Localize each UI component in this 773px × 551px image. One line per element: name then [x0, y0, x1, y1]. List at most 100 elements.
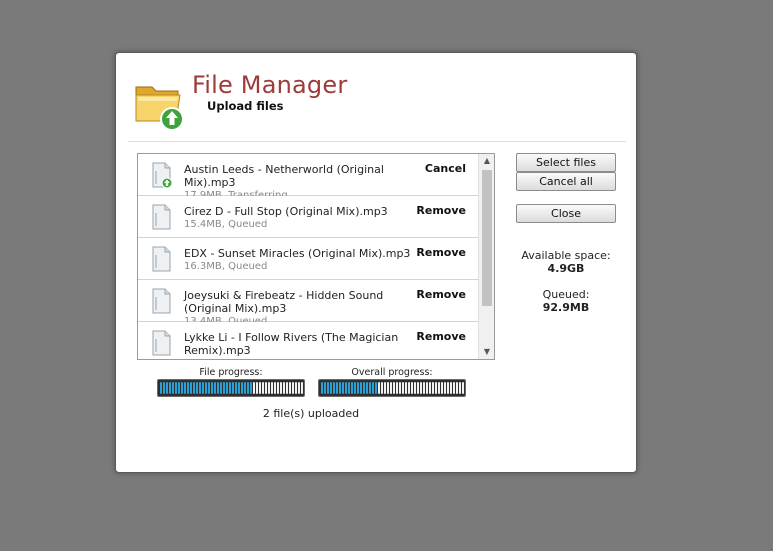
file-list[interactable]: Austin Leeds - Netherworld (Original Mix… — [137, 153, 495, 360]
progress-segment — [372, 382, 374, 394]
progress-segment — [390, 382, 392, 394]
progress-segment — [250, 382, 252, 394]
overall-progress-label: Overall progress: — [351, 367, 433, 378]
progress-segment — [357, 382, 359, 394]
progress-segment — [160, 382, 162, 394]
progress-segment — [402, 382, 404, 394]
file-rows: Austin Leeds - Netherworld (Original Mix… — [138, 154, 478, 359]
progress-segment — [456, 382, 458, 394]
progress-segment — [241, 382, 243, 394]
progress-segment — [247, 382, 249, 394]
progress-segment — [256, 382, 258, 394]
remove-file-button[interactable]: Remove — [416, 288, 466, 301]
progress-segment — [199, 382, 201, 394]
progress-segment — [295, 382, 297, 394]
progress-segment — [259, 382, 261, 394]
progress-segment — [327, 382, 329, 394]
remove-file-button[interactable]: Remove — [416, 246, 466, 259]
progress-segment — [193, 382, 195, 394]
file-name-text: EDX - Sunset Miracles (Original Mix).mp3 — [184, 247, 411, 260]
progress-segment — [253, 382, 255, 394]
close-button[interactable]: Close — [516, 204, 616, 223]
progress-segment — [348, 382, 350, 394]
scroll-up-arrow-icon[interactable]: ▲ — [479, 154, 494, 168]
file-row: Cirez D - Full Stop (Original Mix).mp3 15… — [138, 196, 478, 238]
progress-segment — [441, 382, 443, 394]
progress-segment — [408, 382, 410, 394]
progress-segment — [405, 382, 407, 394]
progress-segment — [283, 382, 285, 394]
progress-segment — [238, 382, 240, 394]
file-icon — [150, 330, 172, 356]
progress-segment — [301, 382, 303, 394]
progress-segment — [438, 382, 440, 394]
progress-segment — [396, 382, 398, 394]
progress-segment — [435, 382, 437, 394]
progress-segment — [360, 382, 362, 394]
file-meta: 16.3MB, Queued — [184, 261, 268, 272]
file-row: Austin Leeds - Netherworld (Original Mix… — [138, 154, 478, 201]
progress-segment — [384, 382, 386, 394]
folder-upload-icon — [135, 86, 184, 131]
progress-segment — [172, 382, 174, 394]
progress-segment — [166, 382, 168, 394]
progress-segment — [432, 382, 434, 394]
progress-segment — [426, 382, 428, 394]
progress-segment — [196, 382, 198, 394]
progress-segment — [411, 382, 413, 394]
progress-segment — [163, 382, 165, 394]
file-icon — [150, 288, 172, 314]
remove-file-button[interactable]: Remove — [416, 204, 466, 217]
progress-segment — [235, 382, 237, 394]
cancel-file-button[interactable]: Cancel — [425, 162, 466, 175]
progress-segment — [184, 382, 186, 394]
progress-segment — [453, 382, 455, 394]
progress-segment — [339, 382, 341, 394]
file-name-text: Austin Leeds - Netherworld (Original Mix… — [184, 163, 384, 189]
file-uploading-icon — [150, 162, 173, 189]
progress-segment — [205, 382, 207, 394]
header-divider — [128, 141, 626, 142]
dialog-title: File Manager — [192, 71, 348, 99]
progress-segment — [280, 382, 282, 394]
progress-segment — [450, 382, 452, 394]
progress-segment — [378, 382, 380, 394]
file-name: EDX - Sunset Miracles (Original Mix).mp3… — [184, 247, 418, 273]
progress-segment — [175, 382, 177, 394]
progress-segment — [271, 382, 273, 394]
progress-segment — [181, 382, 183, 394]
file-list-scrollbar[interactable]: ▲ ▼ — [478, 154, 494, 359]
progress-segment — [244, 382, 246, 394]
file-row: Lykke Li - I Follow Rivers (The Magician… — [138, 322, 478, 359]
progress-segment — [354, 382, 356, 394]
progress-segment — [187, 382, 189, 394]
progress-segment — [423, 382, 425, 394]
upload-status: 2 file(s) uploaded — [262, 407, 360, 420]
progress-segment — [459, 382, 461, 394]
overall-progress-bar — [318, 379, 466, 397]
file-icon — [150, 204, 172, 230]
progress-segment — [321, 382, 323, 394]
file-name-text: Cirez D - Full Stop (Original Mix).mp3 — [184, 205, 388, 218]
file-icon — [150, 246, 172, 272]
queued-label: Queued: — [542, 288, 590, 301]
progress-segment — [381, 382, 383, 394]
cancel-all-button[interactable]: Cancel all — [516, 172, 616, 191]
progress-segment — [202, 382, 204, 394]
progress-segment — [223, 382, 225, 394]
remove-file-button[interactable]: Remove — [416, 330, 466, 343]
select-files-button[interactable]: Select files — [516, 153, 616, 172]
available-space-value: 4.9GB — [547, 262, 585, 275]
scroll-down-arrow-icon[interactable]: ▼ — [479, 345, 494, 359]
progress-segment — [286, 382, 288, 394]
progress-segment — [417, 382, 419, 394]
file-manager-dialog: File Manager Upload files Austin Leeds -… — [115, 52, 637, 473]
progress-segment — [277, 382, 279, 394]
progress-segment — [369, 382, 371, 394]
progress-segment — [292, 382, 294, 394]
progress-segment — [211, 382, 213, 394]
progress-segment — [208, 382, 210, 394]
progress-segment — [444, 382, 446, 394]
progress-segment — [336, 382, 338, 394]
scroll-thumb[interactable] — [482, 170, 492, 306]
